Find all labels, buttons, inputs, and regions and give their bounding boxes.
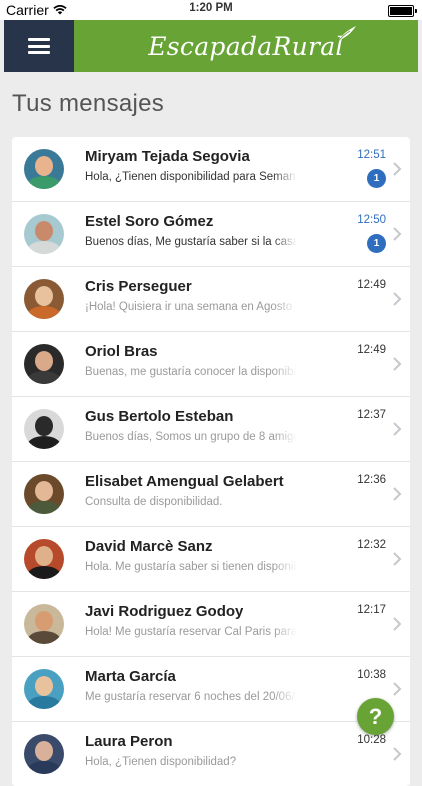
contact-name: Laura Peron	[85, 733, 173, 750]
unread-badge: 1	[367, 234, 386, 253]
chevron-right-icon	[393, 747, 402, 761]
contact-name: Estel Soro Gómez	[85, 213, 214, 230]
message-row[interactable]: Marta García Me gustaría reservar 6 noche…	[12, 657, 410, 722]
chevron-right-icon	[393, 422, 402, 436]
contact-name: Miryam Tejada Segovia	[85, 148, 250, 165]
contact-name: Marta García	[85, 668, 176, 685]
status-time: 1:20 PM	[189, 2, 233, 14]
avatar	[24, 474, 64, 514]
message-preview: Buenos días, Me gustaría saber si la cas…	[85, 236, 297, 248]
contact-name: Gus Bertolo Esteban	[85, 408, 234, 425]
message-preview: Hola, ¿Tienen disponibilidad para Semana…	[85, 171, 297, 183]
chevron-right-icon	[393, 162, 402, 176]
message-preview: Hola, ¿Tienen disponibilidad?	[85, 756, 297, 768]
contact-name: David Marcè Sanz	[85, 538, 213, 555]
contact-name: Elisabet Amengual Gelabert	[85, 473, 284, 490]
avatar	[24, 669, 64, 709]
message-time: 12:32	[357, 539, 386, 551]
avatar	[24, 604, 64, 644]
message-time: 12:49	[357, 344, 386, 356]
message-time: 12:49	[357, 279, 386, 291]
message-row[interactable]: Miryam Tejada Segovia Hola, ¿Tienen dispo…	[12, 137, 410, 202]
avatar	[24, 214, 64, 254]
message-time: 12:51	[357, 149, 386, 161]
message-time: 10:28	[357, 734, 386, 746]
message-time: 10:38	[357, 669, 386, 681]
leaf-icon	[337, 25, 356, 42]
message-preview: Buenos días, Somos un grupo de 8 amigos	[85, 431, 297, 443]
contact-name: Oriol Bras	[85, 343, 158, 360]
avatar	[24, 539, 64, 579]
unread-badge: 1	[367, 169, 386, 188]
hamburger-menu-icon	[28, 38, 50, 54]
app-logo: EscapadaRural	[148, 25, 356, 61]
message-row[interactable]: Javi Rodriguez Godoy Hola! Me gustaría re…	[12, 592, 410, 657]
brand-bar: EscapadaRural	[74, 20, 418, 72]
message-time: 12:50	[357, 214, 386, 226]
message-preview: Consulta de disponibilidad.	[85, 496, 297, 508]
message-row[interactable]: Elisabet Amengual Gelabert Consulta de di…	[12, 462, 410, 527]
message-preview: ¡Hola! Quisiera ir una semana en Agosto …	[85, 301, 297, 313]
help-button[interactable]: ?	[357, 698, 394, 735]
avatar	[24, 344, 64, 384]
chevron-right-icon	[393, 617, 402, 631]
message-time: 12:36	[357, 474, 386, 486]
page-title: Tus mensajes	[12, 90, 165, 117]
chevron-right-icon	[393, 552, 402, 566]
chevron-right-icon	[393, 227, 402, 241]
chevron-right-icon	[393, 357, 402, 371]
message-time: 12:37	[357, 409, 386, 421]
status-bar: Carrier 1:20 PM	[0, 0, 422, 20]
chevron-right-icon	[393, 487, 402, 501]
chevron-right-icon	[393, 292, 402, 306]
message-row[interactable]: Oriol Bras Buenas, me gustaría conocer la…	[12, 332, 410, 397]
menu-button[interactable]	[4, 20, 74, 72]
message-list: Miryam Tejada Segovia Hola, ¿Tienen dispo…	[12, 137, 410, 786]
contact-name: Cris Perseguer	[85, 278, 192, 295]
logo-text: EscapadaRural	[148, 31, 344, 61]
message-row[interactable]: Estel Soro Gómez Buenos días, Me gustaría…	[12, 202, 410, 267]
avatar	[24, 279, 64, 319]
message-preview: Buenas, me gustaría conocer la disponibi…	[85, 366, 297, 378]
avatar	[24, 734, 64, 774]
app-header: EscapadaRural	[4, 20, 418, 72]
message-time: 12:17	[357, 604, 386, 616]
chevron-right-icon	[393, 682, 402, 696]
message-row[interactable]: Cris Perseguer ¡Hola! Quisiera ir una sem…	[12, 267, 410, 332]
message-preview: Hola! Me gustaría reservar Cal Paris par…	[85, 626, 297, 638]
contact-name: Javi Rodriguez Godoy	[85, 603, 244, 620]
avatar	[24, 409, 64, 449]
message-preview: Hola. Me gustaría saber si tienen dispon…	[85, 561, 297, 573]
message-row[interactable]: Gus Bertolo Esteban Buenos días, Somos un…	[12, 397, 410, 462]
battery-icon	[388, 5, 417, 17]
avatar	[24, 149, 64, 189]
message-row[interactable]: David Marcè Sanz Hola. Me gustaría saber …	[12, 527, 410, 592]
message-row[interactable]: Laura Peron Hola, ¿Tienen disponibilidad?…	[12, 722, 410, 786]
message-preview: Me gustaría reservar 6 noches del 20/06/…	[85, 691, 297, 703]
